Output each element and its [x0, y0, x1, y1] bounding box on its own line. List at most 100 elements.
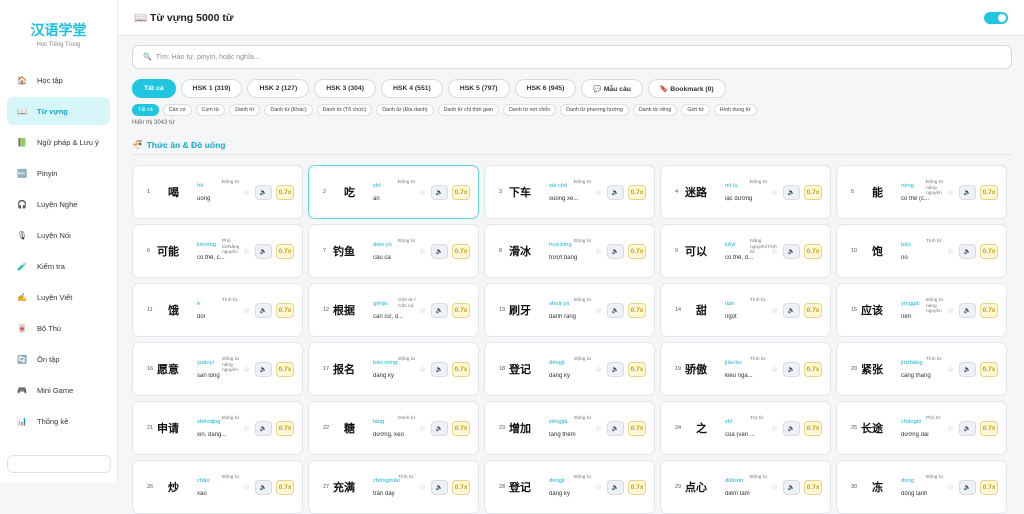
speed-button[interactable]: 0.7x — [804, 421, 822, 436]
bookmark-star-icon[interactable]: ☆ — [243, 483, 250, 492]
speed-button[interactable]: 0.7x — [452, 362, 470, 377]
bookmark-star-icon[interactable]: ☆ — [243, 247, 250, 256]
type-filter-7[interactable]: Danh từ chỉ thời gian — [438, 104, 499, 116]
word-card[interactable]: 1喝hēĐộng từuống☆🔈0.7x — [132, 165, 303, 219]
sidebar-item-3[interactable]: 🔤Pinyin — [7, 159, 110, 187]
bookmark-star-icon[interactable]: ☆ — [595, 306, 602, 315]
bookmark-star-icon[interactable]: ☆ — [595, 424, 602, 433]
type-filter-4[interactable]: Danh từ (Khác) — [264, 104, 312, 116]
type-filter-5[interactable]: Danh từ (Tổ chức) — [317, 104, 373, 116]
sidebar-item-6[interactable]: 🧪Kiểm tra — [7, 252, 110, 280]
speaker-button[interactable]: 🔈 — [431, 421, 448, 436]
word-card[interactable]: 18登记dēngjìĐộng từđăng ký☆🔈0.7x — [484, 342, 655, 396]
sidebar-item-0[interactable]: 🏠Học tập — [7, 66, 110, 94]
hsk-filter-4[interactable]: HSK 4 (551) — [381, 79, 443, 98]
speed-button[interactable]: 0.7x — [980, 362, 998, 377]
hsk-filter-8[interactable]: 🔖 Bookmark (0) — [648, 79, 726, 98]
word-card[interactable]: 8滑冰huá bīngĐộng từtrượt băng☆🔈0.7x — [484, 224, 655, 278]
bookmark-star-icon[interactable]: ☆ — [947, 483, 954, 492]
speaker-button[interactable]: 🔈 — [607, 421, 624, 436]
bookmark-star-icon[interactable]: ☆ — [419, 247, 426, 256]
bookmark-star-icon[interactable]: ☆ — [771, 247, 778, 256]
speaker-button[interactable]: 🔈 — [959, 480, 976, 495]
word-card[interactable]: 12根据gēnjùGiới từ / Căn cứcăn cứ, d...☆🔈0… — [308, 283, 479, 337]
bookmark-star-icon[interactable]: ☆ — [771, 188, 778, 197]
speed-button[interactable]: 0.7x — [276, 421, 294, 436]
word-card[interactable]: 6可能kěnéngPhó từ/Năng nguyệncó thể, c...☆… — [132, 224, 303, 278]
speed-button[interactable]: 0.7x — [276, 303, 294, 318]
type-filter-10[interactable]: Danh từ riêng — [633, 104, 677, 116]
bookmark-star-icon[interactable]: ☆ — [947, 365, 954, 374]
speaker-button[interactable]: 🔈 — [431, 244, 448, 259]
speed-button[interactable]: 0.7x — [276, 244, 294, 259]
speed-button[interactable]: 0.7x — [804, 303, 822, 318]
speaker-button[interactable]: 🔈 — [959, 185, 976, 200]
speaker-button[interactable]: 🔈 — [607, 303, 624, 318]
word-card[interactable]: 29点心diǎnxinĐộng từđiểm tâm☆🔈0.7x — [660, 460, 831, 514]
speaker-button[interactable]: 🔈 — [959, 244, 976, 259]
bookmark-star-icon[interactable]: ☆ — [595, 365, 602, 374]
word-card[interactable]: 19骄傲jiāo'àoTính từkiêu ngạ...☆🔈0.7x — [660, 342, 831, 396]
search-input[interactable]: 🔍 Tìm: Hán tự, pinyin, hoặc nghĩa... — [132, 45, 1012, 69]
hsk-filter-7[interactable]: 💬 Mẫu câu — [581, 79, 643, 98]
word-card[interactable]: 22糖tángDanh từđường, kẹo☆🔈0.7x — [308, 401, 479, 455]
bookmark-star-icon[interactable]: ☆ — [771, 424, 778, 433]
speaker-button[interactable]: 🔈 — [783, 185, 800, 200]
speed-button[interactable]: 0.7x — [452, 480, 470, 495]
speaker-button[interactable]: 🔈 — [431, 303, 448, 318]
speed-button[interactable]: 0.7x — [452, 244, 470, 259]
bookmark-star-icon[interactable]: ☆ — [419, 483, 426, 492]
word-card[interactable]: 14甜tiánTính từngọt☆🔈0.7x — [660, 283, 831, 337]
type-filter-11[interactable]: Giới từ — [681, 104, 709, 116]
speed-button[interactable]: 0.7x — [804, 185, 822, 200]
speed-button[interactable]: 0.7x — [804, 244, 822, 259]
sidebar-item-10[interactable]: 🎮Mini Game — [7, 376, 110, 404]
bookmark-star-icon[interactable]: ☆ — [947, 424, 954, 433]
logo[interactable]: 汉语学堂 Học Tiếng Trung — [0, 0, 117, 60]
speed-button[interactable]: 0.7x — [452, 421, 470, 436]
speed-button[interactable]: 0.7x — [980, 185, 998, 200]
type-filter-9[interactable]: Danh từ phương hướng — [560, 104, 629, 116]
speed-button[interactable]: 0.7x — [980, 244, 998, 259]
speaker-button[interactable]: 🔈 — [783, 303, 800, 318]
word-card[interactable]: 11饿èTính từđói☆🔈0.7x — [132, 283, 303, 337]
sidebar-item-1[interactable]: 📖Từ vựng — [7, 97, 110, 125]
type-filter-12[interactable]: Hình dung từ — [714, 104, 757, 116]
speed-button[interactable]: 0.7x — [276, 480, 294, 495]
speaker-button[interactable]: 🔈 — [255, 480, 272, 495]
speed-button[interactable]: 0.7x — [804, 480, 822, 495]
bookmark-star-icon[interactable]: ☆ — [595, 483, 602, 492]
sidebar-item-7[interactable]: ✍Luyện Viết — [7, 283, 110, 311]
bookmark-star-icon[interactable]: ☆ — [771, 306, 778, 315]
sidebar-item-8[interactable]: 🀄Bộ Thủ — [7, 314, 110, 342]
bookmark-star-icon[interactable]: ☆ — [771, 365, 778, 374]
bookmark-star-icon[interactable]: ☆ — [771, 483, 778, 492]
speed-button[interactable]: 0.7x — [628, 362, 646, 377]
speed-button[interactable]: 0.7x — [628, 244, 646, 259]
bookmark-star-icon[interactable]: ☆ — [595, 188, 602, 197]
sidebar-bottom-input[interactable] — [7, 455, 111, 473]
hsk-filter-2[interactable]: HSK 2 (127) — [247, 79, 309, 98]
hsk-filter-3[interactable]: HSK 3 (304) — [314, 79, 376, 98]
speaker-button[interactable]: 🔈 — [959, 421, 976, 436]
type-filter-8[interactable]: Danh từ nơi chốn — [503, 104, 556, 116]
speaker-button[interactable]: 🔈 — [783, 421, 800, 436]
speaker-button[interactable]: 🔈 — [431, 480, 448, 495]
hsk-filter-0[interactable]: Tất cả — [132, 79, 176, 98]
theme-toggle[interactable] — [984, 12, 1008, 24]
bookmark-star-icon[interactable]: ☆ — [947, 188, 954, 197]
speaker-button[interactable]: 🔈 — [959, 303, 976, 318]
word-card[interactable]: 15应该yīnggāiĐộng từ năng nguyệnnên☆🔈0.7x — [836, 283, 1007, 337]
speaker-button[interactable]: 🔈 — [783, 362, 800, 377]
hsk-filter-5[interactable]: HSK 5 (797) — [448, 79, 510, 98]
type-filter-0[interactable]: Tất cả — [132, 104, 159, 116]
speaker-button[interactable]: 🔈 — [783, 480, 800, 495]
speed-button[interactable]: 0.7x — [452, 303, 470, 318]
bookmark-star-icon[interactable]: ☆ — [419, 188, 426, 197]
word-card[interactable]: 17报名bào míngĐộng từđăng ký☆🔈0.7x — [308, 342, 479, 396]
word-card[interactable]: 27充满chōngmǎnTính từtràn đầy☆🔈0.7x — [308, 460, 479, 514]
type-filter-2[interactable]: Cụm từ — [196, 104, 226, 116]
speaker-button[interactable]: 🔈 — [255, 421, 272, 436]
speed-button[interactable]: 0.7x — [980, 303, 998, 318]
bookmark-star-icon[interactable]: ☆ — [243, 306, 250, 315]
